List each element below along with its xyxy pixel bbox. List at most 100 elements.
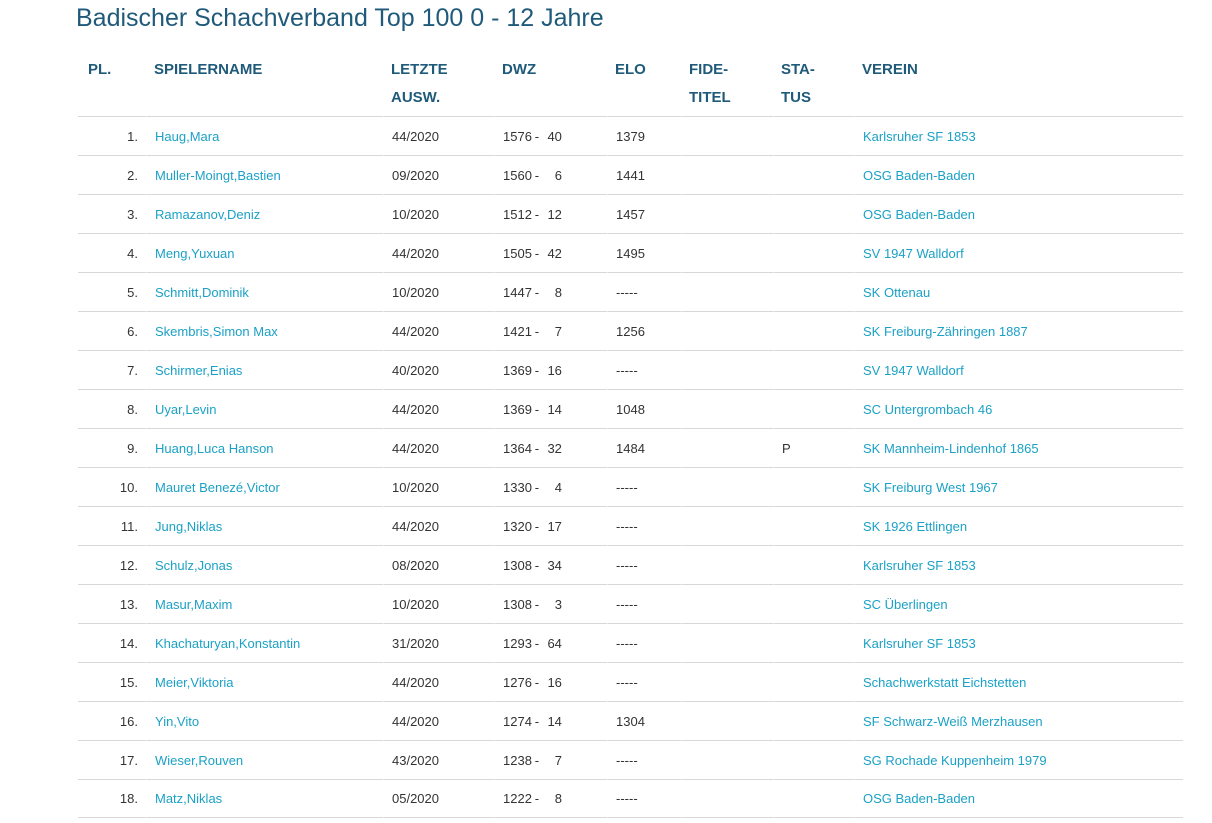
last-evaluation-cell: 44/2020: [383, 701, 494, 740]
club-link[interactable]: SG Rochade Kuppenheim 1979: [863, 753, 1047, 768]
dwz-value: 1505: [503, 245, 532, 261]
fide-title-cell: [681, 545, 773, 584]
club-link[interactable]: OSG Baden-Baden: [863, 168, 975, 183]
player-name-link[interactable]: Meng,Yuxuan: [155, 246, 235, 261]
player-name-link[interactable]: Muller-Moingt,Bastien: [155, 168, 281, 183]
club-link[interactable]: SV 1947 Walldorf: [863, 363, 964, 378]
fide-title-cell: [681, 506, 773, 545]
club-link[interactable]: Karlsruher SF 1853: [863, 129, 976, 144]
dwz-index: 34: [547, 557, 562, 573]
player-name-link[interactable]: Schirmer,Enias: [155, 363, 242, 378]
elo-cell: -----: [607, 350, 681, 389]
table-row: 1. Haug,Mara 44/2020 1576-40 1379 Karlsruher …: [78, 116, 1183, 155]
player-name-link[interactable]: Skembris,Simon Max: [155, 324, 278, 339]
status-cell: [773, 389, 854, 428]
rank-cell: 4.: [78, 233, 146, 272]
club-link[interactable]: SK Mannheim-Lindenhof 1865: [863, 441, 1039, 456]
club-link[interactable]: SK Ottenau: [863, 285, 930, 300]
table-row: 17. Wieser,Rouven 43/2020 1238-7 ----- SG Roc…: [78, 740, 1183, 779]
dwz-value: 1369: [503, 362, 532, 378]
dwz-value: 1369: [503, 401, 532, 417]
dwz-cell: 1512-12: [494, 194, 607, 233]
dwz-cell: 1320-17: [494, 506, 607, 545]
elo-cell: -----: [607, 740, 681, 779]
player-name-link[interactable]: Yin,Vito: [155, 714, 199, 729]
player-name-link[interactable]: Masur,Maxim: [155, 597, 232, 612]
status-cell: P: [773, 428, 854, 467]
club-link[interactable]: SK Freiburg-Zähringen 1887: [863, 324, 1028, 339]
dwz-cell: 1364-32: [494, 428, 607, 467]
dwz-separator: -: [534, 128, 540, 144]
rank-cell: 2.: [78, 155, 146, 194]
player-name-cell: Huang,Luca Hanson: [146, 428, 383, 467]
club-link[interactable]: SC Untergrombach 46: [863, 402, 992, 417]
club-cell: Karlsruher SF 1853: [854, 623, 1183, 662]
player-name-link[interactable]: Wieser,Rouven: [155, 753, 243, 768]
player-name-cell: Khachaturyan,Konstantin: [146, 623, 383, 662]
club-link[interactable]: Schachwerkstatt Eichstetten: [863, 675, 1026, 690]
player-name-cell: Muller-Moingt,Bastien: [146, 155, 383, 194]
table-row: 5. Schmitt,Dominik 10/2020 1447-8 ----- SK Ot…: [78, 272, 1183, 311]
dwz-index: 4: [554, 479, 562, 495]
player-name-cell: Haug,Mara: [146, 116, 383, 155]
status-cell: [773, 623, 854, 662]
rank-cell: 17.: [78, 740, 146, 779]
club-link[interactable]: Karlsruher SF 1853: [863, 636, 976, 651]
player-name-link[interactable]: Haug,Mara: [155, 129, 219, 144]
status-cell: [773, 545, 854, 584]
dwz-value: 1364: [503, 440, 532, 456]
elo-cell: -----: [607, 272, 681, 311]
dwz-cell: 1560-6: [494, 155, 607, 194]
club-link[interactable]: OSG Baden-Baden: [863, 207, 975, 222]
last-evaluation-cell: 10/2020: [383, 272, 494, 311]
dwz-separator: -: [534, 557, 540, 573]
dwz-index: 17: [547, 518, 562, 534]
dwz-index: 42: [547, 245, 562, 261]
rank-cell: 5.: [78, 272, 146, 311]
player-name-link[interactable]: Huang,Luca Hanson: [155, 441, 274, 456]
player-name-cell: Ramazanov,Deniz: [146, 194, 383, 233]
dwz-separator: -: [534, 284, 540, 300]
column-header-status: STA- TUS: [781, 61, 815, 106]
club-link[interactable]: OSG Baden-Baden: [863, 791, 975, 806]
elo-cell: -----: [607, 662, 681, 701]
club-link[interactable]: SC Überlingen: [863, 597, 948, 612]
dwz-value: 1576: [503, 128, 532, 144]
club-link[interactable]: SK Freiburg West 1967: [863, 480, 998, 495]
status-cell: [773, 584, 854, 623]
column-header-pl: PL.: [88, 61, 112, 78]
club-link[interactable]: SV 1947 Walldorf: [863, 246, 964, 261]
player-name-link[interactable]: Schmitt,Dominik: [155, 285, 249, 300]
player-name-link[interactable]: Schulz,Jonas: [155, 558, 232, 573]
club-link[interactable]: SK 1926 Ettlingen: [863, 519, 967, 534]
table-row: 6. Skembris,Simon Max 44/2020 1421-7 1256 SK …: [78, 311, 1183, 350]
player-name-link[interactable]: Jung,Niklas: [155, 519, 222, 534]
club-link[interactable]: SF Schwarz-Weiß Merzhausen: [863, 714, 1043, 729]
dwz-cell: 1421-7: [494, 311, 607, 350]
dwz-separator: -: [534, 791, 540, 806]
elo-cell: 1441: [607, 155, 681, 194]
dwz-separator: -: [534, 596, 540, 612]
club-cell: OSG Baden-Baden: [854, 194, 1183, 233]
dwz-value: 1308: [503, 557, 532, 573]
dwz-cell: 1308-34: [494, 545, 607, 584]
fide-title-cell: [681, 389, 773, 428]
dwz-separator: -: [534, 245, 540, 261]
player-name-link[interactable]: Uyar,Levin: [155, 402, 216, 417]
last-evaluation-cell: 10/2020: [383, 584, 494, 623]
dwz-index: 6: [554, 167, 562, 183]
last-evaluation-cell: 44/2020: [383, 506, 494, 545]
dwz-index: 14: [547, 713, 562, 729]
club-link[interactable]: Karlsruher SF 1853: [863, 558, 976, 573]
dwz-cell: 1369-14: [494, 389, 607, 428]
status-cell: [773, 701, 854, 740]
player-name-link[interactable]: Matz,Niklas: [155, 791, 222, 806]
player-name-link[interactable]: Mauret Benezé,Victor: [155, 480, 280, 495]
player-name-cell: Schirmer,Enias: [146, 350, 383, 389]
player-name-link[interactable]: Khachaturyan,Konstantin: [155, 636, 300, 651]
fide-title-cell: [681, 623, 773, 662]
dwz-value: 1238: [503, 752, 532, 768]
player-name-link[interactable]: Meier,Viktoria: [155, 675, 234, 690]
player-name-link[interactable]: Ramazanov,Deniz: [155, 207, 260, 222]
player-name-cell: Skembris,Simon Max: [146, 311, 383, 350]
